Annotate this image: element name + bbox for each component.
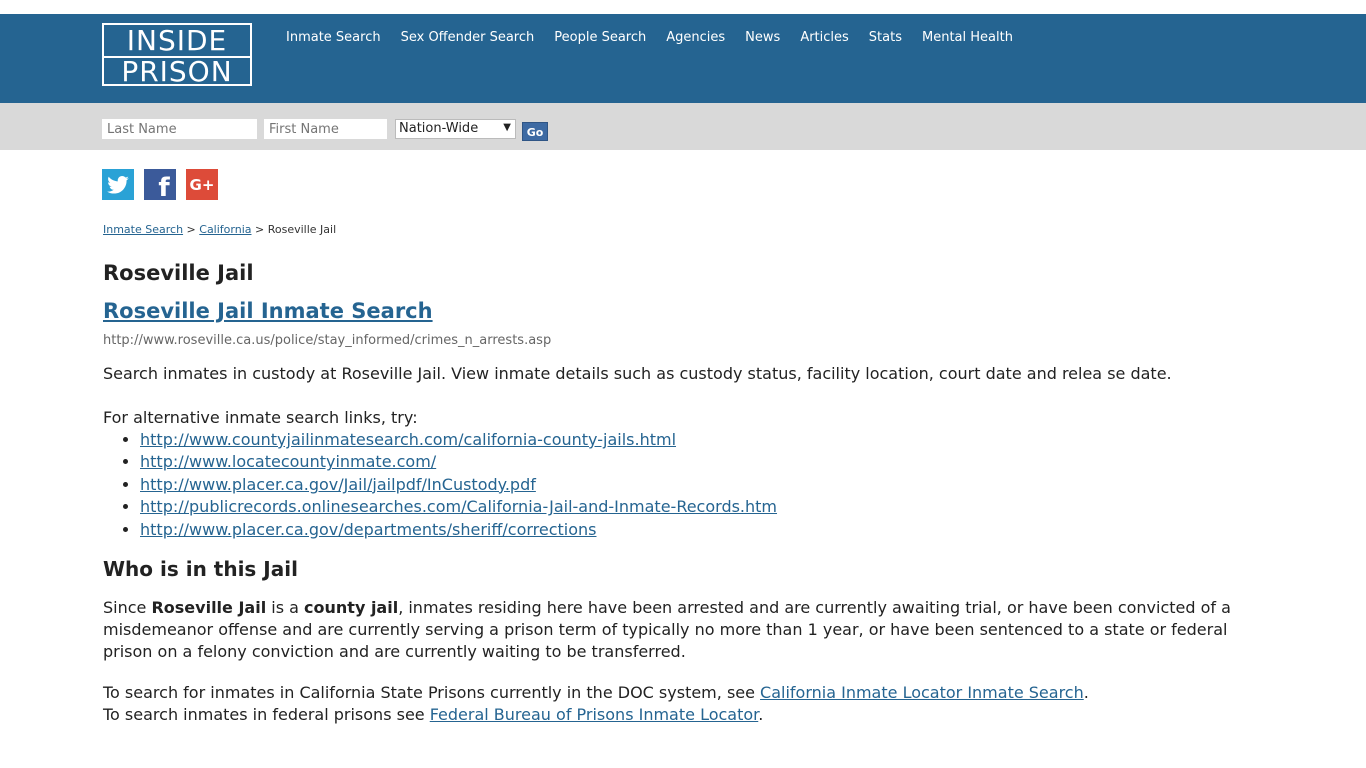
search-url: http://www.roseville.ca.us/police/stay_i… bbox=[103, 333, 552, 348]
main-nav: Inmate Search Sex Offender Search People… bbox=[286, 30, 1033, 46]
alt-link[interactable]: http://www.placer.ca.gov/departments/she… bbox=[140, 520, 597, 539]
nav-news[interactable]: News bbox=[745, 30, 780, 46]
search-bar: Nation-Wide ▼ Go bbox=[0, 103, 1366, 150]
go-button[interactable]: Go bbox=[522, 122, 548, 141]
facebook-share-button[interactable]: f bbox=[144, 169, 176, 203]
social-share: f G+ bbox=[102, 169, 228, 203]
nav-inmate-search[interactable]: Inmate Search bbox=[286, 30, 381, 46]
inmate-search-heading: Roseville Jail Inmate Search bbox=[103, 298, 1263, 324]
alt-link[interactable]: http://www.countyjailinmatesearch.com/ca… bbox=[140, 430, 676, 449]
alt-link[interactable]: http://www.locatecountyinmate.com/ bbox=[140, 452, 436, 471]
federal-bop-locator-link[interactable]: Federal Bureau of Prisons Inmate Locator bbox=[430, 705, 759, 724]
alt-links-list: http://www.countyjailinmatesearch.com/ca… bbox=[140, 429, 1263, 541]
list-item: http://www.locatecountyinmate.com/ bbox=[140, 451, 1263, 473]
alt-links-intro: For alternative inmate search links, try… bbox=[103, 408, 418, 427]
list-item: http://publicrecords.onlinesearches.com/… bbox=[140, 496, 1263, 518]
breadcrumb-inmate-search[interactable]: Inmate Search bbox=[103, 223, 183, 236]
region-select[interactable]: Nation-Wide ▼ bbox=[395, 119, 516, 139]
logo-line-2: PRISON bbox=[121, 55, 233, 88]
google-plus-icon: G+ bbox=[189, 175, 215, 194]
site-header: INSIDE PRISON Inmate Search Sex Offender… bbox=[0, 14, 1366, 103]
list-item: http://www.placer.ca.gov/Jail/jailpdf/In… bbox=[140, 474, 1263, 496]
nav-articles[interactable]: Articles bbox=[800, 30, 848, 46]
who-paragraph: Since Roseville Jail is a county jail, i… bbox=[103, 598, 1231, 662]
alt-link[interactable]: http://publicrecords.onlinesearches.com/… bbox=[140, 497, 777, 516]
description-text: Search inmates in custody at Roseville J… bbox=[103, 364, 1172, 383]
inmate-search-link[interactable]: Roseville Jail Inmate Search bbox=[103, 299, 433, 323]
google-plus-share-button[interactable]: G+ bbox=[186, 169, 218, 200]
logo-line-1: INSIDE bbox=[126, 24, 228, 57]
list-item: http://www.countyjailinmatesearch.com/ca… bbox=[140, 429, 1263, 451]
nav-mental-health[interactable]: Mental Health bbox=[922, 30, 1013, 46]
inside-prison-logo[interactable]: INSIDE PRISON bbox=[102, 23, 252, 88]
breadcrumb: Inmate Search > California > Roseville J… bbox=[103, 223, 337, 236]
state-federal-paragraph: To search for inmates in California Stat… bbox=[103, 683, 1089, 725]
who-heading: Who is in this Jail bbox=[103, 557, 298, 582]
page-title: Roseville Jail bbox=[103, 261, 254, 285]
nav-sex-offender-search[interactable]: Sex Offender Search bbox=[401, 30, 535, 46]
chevron-down-icon: ▼ bbox=[503, 122, 511, 133]
breadcrumb-current: Roseville Jail bbox=[267, 223, 337, 236]
nav-agencies[interactable]: Agencies bbox=[666, 30, 725, 46]
main-content: Inmate Search > California > Roseville J… bbox=[103, 222, 1263, 726]
nav-people-search[interactable]: People Search bbox=[554, 30, 646, 46]
last-name-input[interactable] bbox=[102, 119, 257, 139]
nav-stats[interactable]: Stats bbox=[869, 30, 902, 46]
list-item: http://www.placer.ca.gov/departments/she… bbox=[140, 519, 1263, 541]
alt-link[interactable]: http://www.placer.ca.gov/Jail/jailpdf/In… bbox=[140, 475, 536, 494]
facebook-icon: f bbox=[158, 172, 170, 203]
twitter-icon bbox=[107, 175, 129, 194]
top-strip bbox=[0, 0, 1366, 14]
california-inmate-locator-link[interactable]: California Inmate Locator Inmate Search bbox=[760, 683, 1084, 702]
twitter-share-button[interactable] bbox=[102, 169, 134, 200]
breadcrumb-california[interactable]: California bbox=[199, 223, 251, 236]
region-select-value: Nation-Wide bbox=[399, 121, 479, 136]
first-name-input[interactable] bbox=[264, 119, 387, 139]
